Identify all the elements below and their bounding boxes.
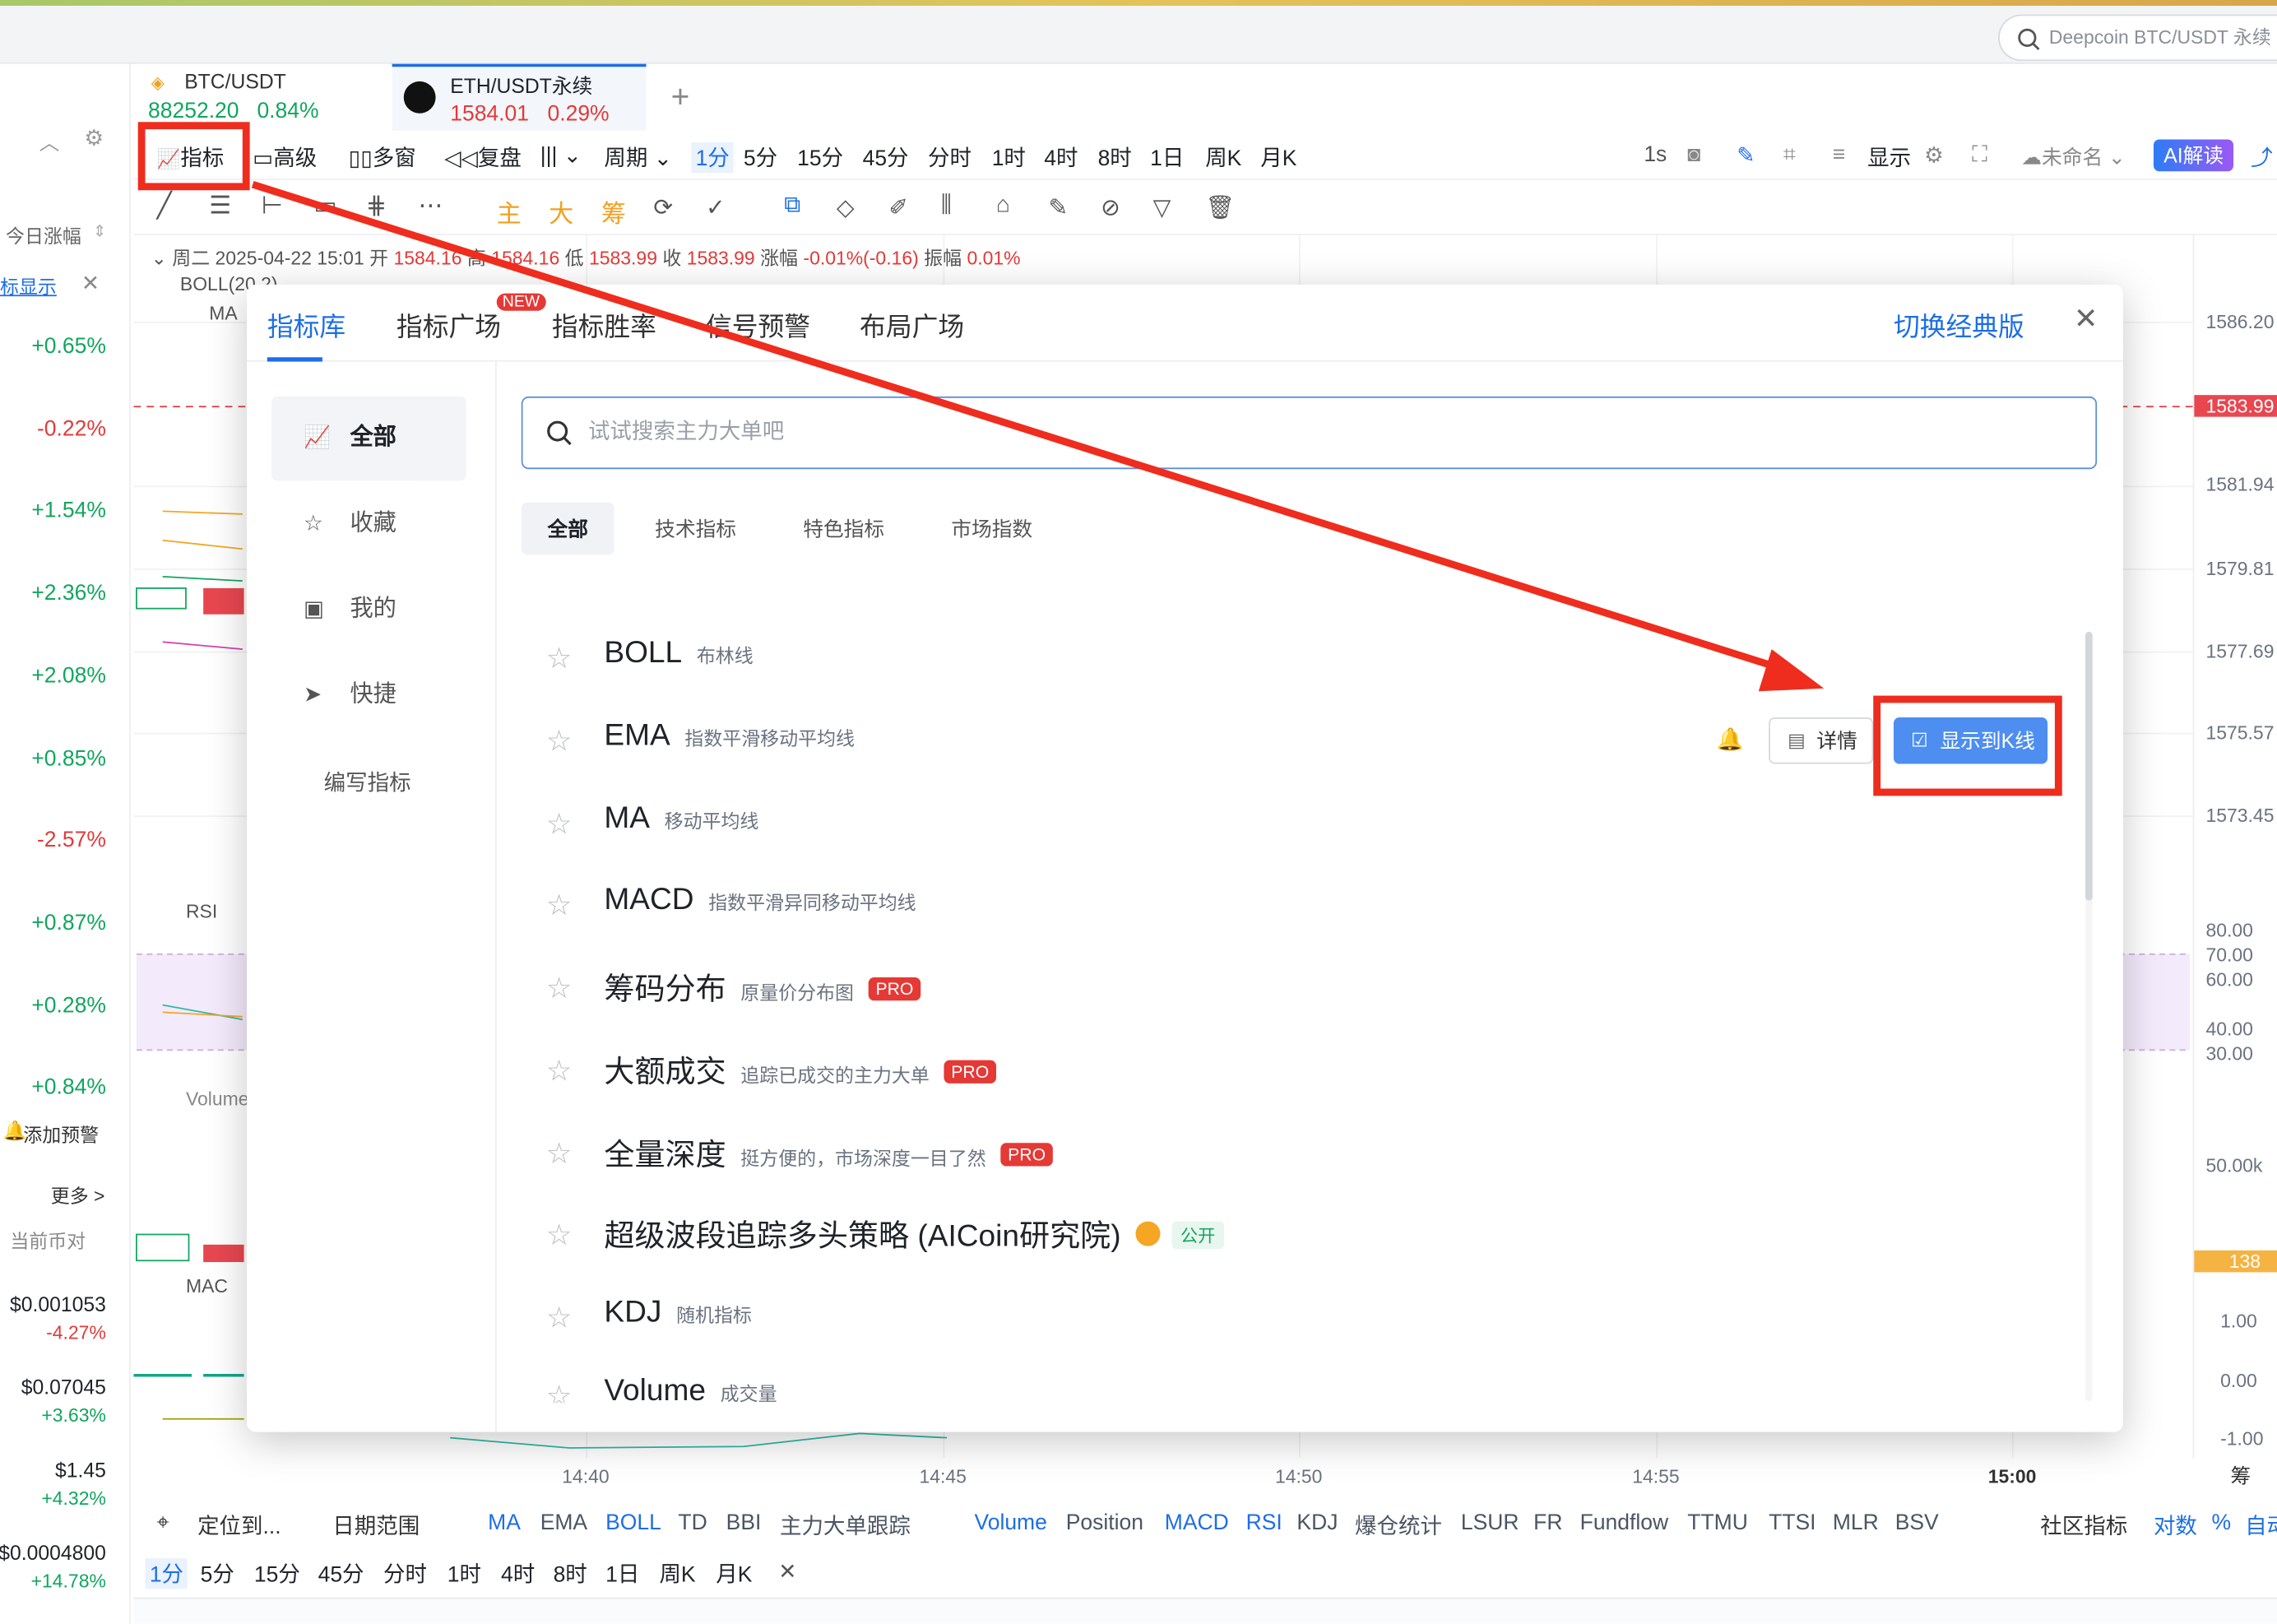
annotation-arrow (251, 180, 1825, 692)
app-root: Deepcoin BTC/USDT 永续 ◈ BTC/USDT 88252.20… (0, 0, 2277, 1624)
